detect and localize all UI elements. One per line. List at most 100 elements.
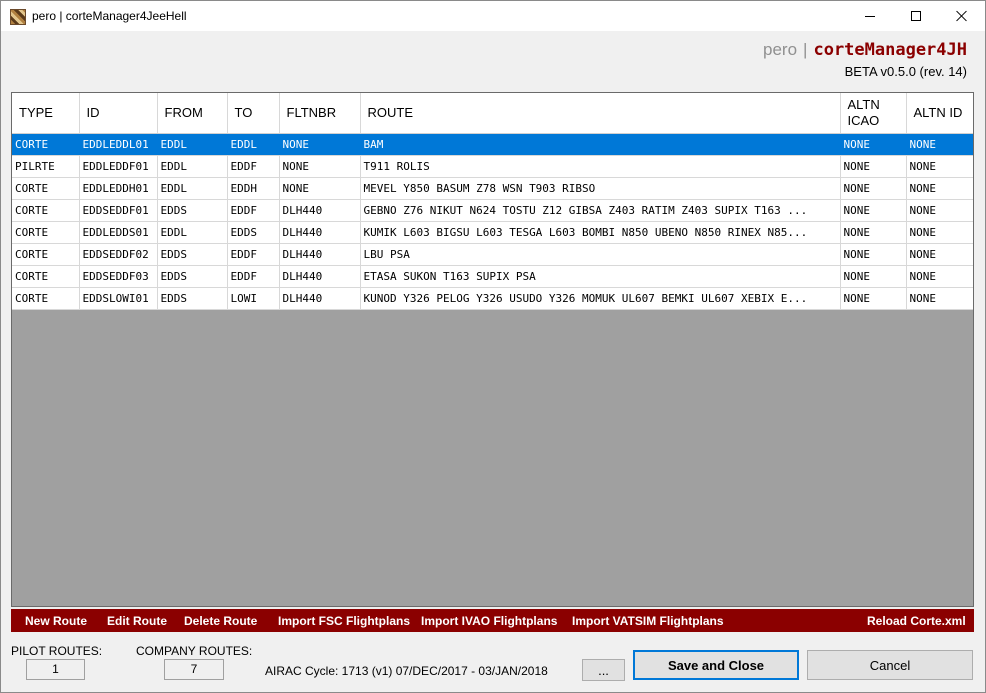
brand-app-name: corteManager4JH [813, 40, 967, 60]
column-header-to[interactable]: TO [227, 93, 280, 134]
pilot-routes-count: 1 [26, 659, 85, 680]
window-title: pero | corteManager4JeeHell [32, 9, 187, 23]
cell-altn-icao: NONE [840, 221, 907, 244]
cancel-button[interactable]: Cancel [807, 650, 973, 680]
new-route-button[interactable]: New Route [25, 614, 87, 628]
column-header-route[interactable]: ROUTE [360, 93, 841, 134]
cell-to: LOWI [227, 287, 280, 310]
app-window: pero | corteManager4JeeHell pero | corteMa… [0, 0, 986, 693]
cell-type: CORTE [12, 265, 80, 288]
cell-to: EDDF [227, 155, 280, 178]
app-icon [10, 9, 26, 25]
column-header-from[interactable]: FROM [157, 93, 228, 134]
cell-fltnbr: NONE [279, 133, 361, 156]
cell-id: EDDSLOWI01 [79, 287, 158, 310]
header-row: TYPE ID FROM TO FLTNBR ROUTE ALTN ICAO A… [12, 93, 973, 134]
cell-route: BAM [360, 133, 841, 156]
cell-altn-id: NONE [906, 287, 973, 310]
table-row[interactable]: CORTE EDDSEDDF02 EDDS EDDF DLH440 LBU PSA NONE… [12, 243, 973, 266]
close-button[interactable] [939, 1, 985, 31]
close-icon [956, 10, 968, 22]
table-row[interactable]: CORTE EDDSEDDF01 EDDS EDDF DLH440 GEBNO Z76 N… [12, 199, 973, 222]
cell-altn-icao: NONE [840, 177, 907, 200]
cell-from: EDDL [157, 133, 228, 156]
cell-altn-icao: NONE [840, 287, 907, 310]
routes-table: TYPE ID FROM TO FLTNBR ROUTE ALTN ICAO A… [12, 93, 973, 310]
action-bar: New Route Edit Route Delete Route Import… [11, 609, 974, 632]
column-header-type[interactable]: TYPE [12, 93, 80, 134]
cell-fltnbr: DLH440 [279, 287, 361, 310]
cell-altn-id: NONE [906, 243, 973, 266]
table-row[interactable]: CORTE EDDLEDDH01 EDDL EDDH NONE MEVEL Y850 BA… [12, 177, 973, 200]
cell-type: CORTE [12, 177, 80, 200]
cell-route: T911 ROLIS [360, 155, 841, 178]
table-row[interactable]: PILRTE EDDLEDDF01 EDDL EDDF NONE T911 ROLIS NO… [12, 155, 973, 178]
cell-altn-id: NONE [906, 133, 973, 156]
cell-altn-icao: NONE [840, 133, 907, 156]
cell-from: EDDS [157, 243, 228, 266]
cell-id: EDDLEDDL01 [79, 133, 158, 156]
cell-to: EDDF [227, 243, 280, 266]
cell-from: EDDL [157, 155, 228, 178]
company-routes-label: COMPANY ROUTES: [136, 644, 253, 658]
brand-separator: | [803, 40, 808, 59]
cell-route: KUNOD Y326 PELOG Y326 USUDO Y326 MOMUK U… [360, 287, 841, 310]
cell-route: LBU PSA [360, 243, 841, 266]
cell-to: EDDS [227, 221, 280, 244]
cell-to: EDDF [227, 265, 280, 288]
company-routes-count: 7 [164, 659, 224, 680]
cell-type: CORTE [12, 199, 80, 222]
import-fsc-button[interactable]: Import FSC Flightplans [278, 614, 410, 628]
import-vatsim-button[interactable]: Import VATSIM Flightplans [572, 614, 724, 628]
cell-route: MEVEL Y850 BASUM Z78 WSN T903 RIBSO [360, 177, 841, 200]
table-row[interactable]: CORTE EDDSLOWI01 EDDS LOWI DLH440 KUNOD Y326 … [12, 287, 973, 310]
brand-user: pero [763, 40, 798, 59]
cell-route: GEBNO Z76 NIKUT N624 TOSTU Z12 GIBSA Z40… [360, 199, 841, 222]
cell-to: EDDF [227, 199, 280, 222]
cell-from: EDDS [157, 265, 228, 288]
cell-fltnbr: DLH440 [279, 221, 361, 244]
cell-altn-id: NONE [906, 177, 973, 200]
column-header-altn-icao[interactable]: ALTN ICAO [840, 93, 907, 134]
column-header-fltnbr[interactable]: FLTNBR [279, 93, 361, 134]
airac-cycle-label: AIRAC Cycle: 1713 (v1) 07/DEC/2017 - 03/… [265, 664, 548, 678]
cell-altn-id: NONE [906, 155, 973, 178]
cell-altn-icao: NONE [840, 199, 907, 222]
routes-grid[interactable]: TYPE ID FROM TO FLTNBR ROUTE ALTN ICAO A… [11, 92, 974, 607]
reload-corte-button[interactable]: Reload Corte.xml [867, 614, 966, 628]
cell-id: EDDSEDDF01 [79, 199, 158, 222]
title-bar[interactable]: pero | corteManager4JeeHell [1, 1, 985, 31]
save-and-close-button[interactable]: Save and Close [633, 650, 799, 680]
cell-fltnbr: DLH440 [279, 199, 361, 222]
cell-type: PILRTE [12, 155, 80, 178]
import-ivao-button[interactable]: Import IVAO Flightplans [421, 614, 557, 628]
airac-browse-button[interactable]: ... [582, 659, 625, 681]
table-row[interactable]: CORTE EDDLEDDL01 EDDL EDDL NONE BAM NONE NONE [12, 133, 973, 156]
minimize-icon [865, 15, 875, 17]
cell-type: CORTE [12, 287, 80, 310]
cell-to: EDDL [227, 133, 280, 156]
cell-altn-id: NONE [906, 221, 973, 244]
version-label: BETA v0.5.0 (rev. 14) [844, 64, 967, 79]
cell-id: EDDLEDDF01 [79, 155, 158, 178]
maximize-button[interactable] [893, 1, 939, 31]
table-row[interactable]: CORTE EDDSEDDF03 EDDS EDDF DLH440 ETASA SUKON… [12, 265, 973, 288]
cell-altn-id: NONE [906, 265, 973, 288]
minimize-button[interactable] [847, 1, 893, 31]
cell-type: CORTE [12, 221, 80, 244]
cell-altn-id: NONE [906, 199, 973, 222]
column-header-id[interactable]: ID [79, 93, 158, 134]
cell-altn-icao: NONE [840, 243, 907, 266]
maximize-icon [911, 11, 921, 21]
column-header-altn-id[interactable]: ALTN ID [906, 93, 973, 134]
table-row[interactable]: CORTE EDDLEDDS01 EDDL EDDS DLH440 KUMIK L603 … [12, 221, 973, 244]
cell-from: EDDS [157, 199, 228, 222]
cell-to: EDDH [227, 177, 280, 200]
cell-id: EDDLEDDH01 [79, 177, 158, 200]
cell-route: KUMIK L603 BIGSU L603 TESGA L603 BOMBI N… [360, 221, 841, 244]
brand-header: pero | corteManager4JH [763, 40, 967, 60]
cell-type: CORTE [12, 133, 80, 156]
delete-route-button[interactable]: Delete Route [184, 614, 257, 628]
cell-altn-icao: NONE [840, 265, 907, 288]
edit-route-button[interactable]: Edit Route [107, 614, 167, 628]
